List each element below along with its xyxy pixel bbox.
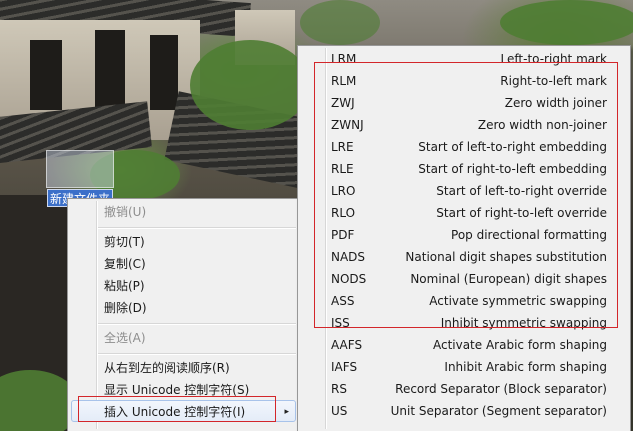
- submenu-item-lrm[interactable]: LRM Left-to-right mark: [301, 48, 627, 70]
- submenu-item-iafs[interactable]: IAFS Inhibit Arabic form shaping: [301, 356, 627, 378]
- menu-separator: [98, 227, 296, 228]
- submenu-item-us[interactable]: US Unit Separator (Segment separator): [301, 400, 627, 422]
- edit-context-menu: 撤销(U) 剪切(T) 复制(C) 粘贴(P) 删除(D) 全选(A) 从右到左…: [67, 198, 300, 431]
- menu-separator: [98, 353, 296, 354]
- menu-item-undo[interactable]: 撤销(U): [71, 201, 296, 223]
- menu-item-show-unicode-control[interactable]: 显示 Unicode 控制字符(S): [71, 379, 296, 401]
- submenu-item-pdf[interactable]: PDF Pop directional formatting: [301, 224, 627, 246]
- menu-item-rtl-reading-order[interactable]: 从右到左的阅读顺序(R): [71, 357, 296, 379]
- submenu-item-lro[interactable]: LRO Start of left-to-right override: [301, 180, 627, 202]
- menu-item-copy[interactable]: 复制(C): [71, 253, 296, 275]
- menu-item-paste[interactable]: 粘贴(P): [71, 275, 296, 297]
- unicode-control-submenu: LRM Left-to-right mark RLM Right-to-left…: [297, 45, 631, 431]
- submenu-item-zwj[interactable]: ZWJ Zero width joiner: [301, 92, 627, 114]
- menu-separator: [98, 323, 296, 324]
- submenu-item-nads[interactable]: NADS National digit shapes substitution: [301, 246, 627, 268]
- submenu-item-aafs[interactable]: AAFS Activate Arabic form shaping: [301, 334, 627, 356]
- submenu-arrow-icon: ▸: [284, 407, 289, 417]
- submenu-item-rlm[interactable]: RLM Right-to-left mark: [301, 70, 627, 92]
- submenu-item-lre[interactable]: LRE Start of left-to-right embedding: [301, 136, 627, 158]
- folder-icon: [46, 150, 114, 188]
- menu-item-delete[interactable]: 删除(D): [71, 297, 296, 319]
- menu-item-insert-unicode-control[interactable]: 插入 Unicode 控制字符(I) ▸: [71, 400, 296, 422]
- submenu-item-zwnj[interactable]: ZWNJ Zero width non-joiner: [301, 114, 627, 136]
- submenu-item-ass[interactable]: ASS Activate symmetric swapping: [301, 290, 627, 312]
- submenu-item-rs[interactable]: RS Record Separator (Block separator): [301, 378, 627, 400]
- submenu-item-iss[interactable]: ISS Inhibit symmetric swapping: [301, 312, 627, 334]
- submenu-item-rle[interactable]: RLE Start of right-to-left embedding: [301, 158, 627, 180]
- submenu-item-rlo[interactable]: RLO Start of right-to-left override: [301, 202, 627, 224]
- menu-item-cut[interactable]: 剪切(T): [71, 231, 296, 253]
- submenu-item-nods[interactable]: NODS Nominal (European) digit shapes: [301, 268, 627, 290]
- menu-item-select-all[interactable]: 全选(A): [71, 327, 296, 349]
